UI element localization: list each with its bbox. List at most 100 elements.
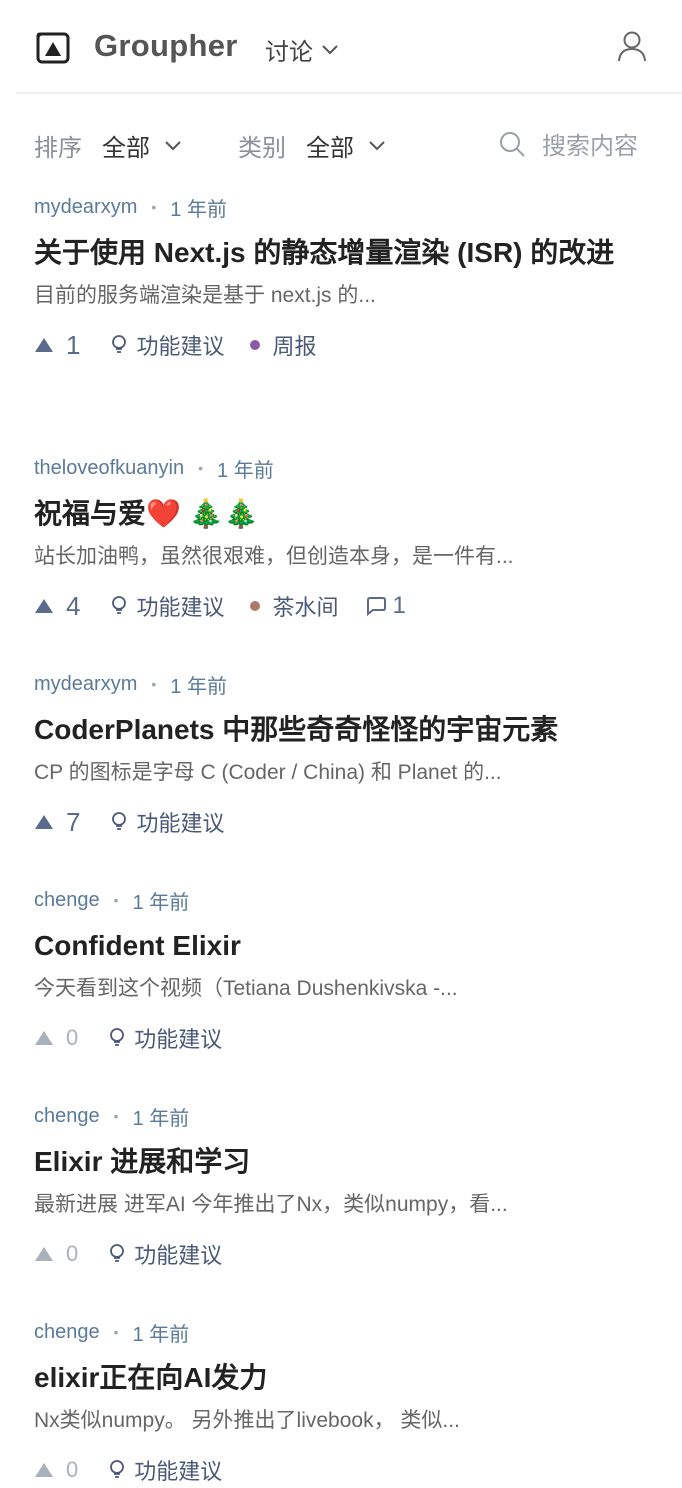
post-digest: 站长加油鸭，虽然很艰难，但创造本身，是一件有... [34, 545, 514, 568]
post-digest: CP 的图标是字母 C (Coder / China) 和 Planet 的..… [34, 761, 502, 784]
sort-value: 全部 [102, 135, 150, 162]
upvote-triangle-icon [35, 338, 53, 352]
upvote-button[interactable]: 7 [34, 807, 80, 838]
user-account-icon[interactable] [617, 30, 647, 62]
brand-name[interactable]: Groupher [94, 28, 238, 64]
lightbulb-icon [112, 812, 127, 830]
post-meta: chenge • 1 年前 [34, 1103, 654, 1130]
section-label: 讨论 [265, 39, 313, 66]
upvote-button[interactable]: 1 [34, 330, 80, 361]
post-meta: theloveofkuanyin • 1 年前 [34, 455, 654, 482]
tag-feature-request[interactable]: 功能建议 [108, 1022, 222, 1054]
post-author[interactable]: mydearxym [34, 673, 137, 696]
comment-count: 1 [392, 592, 406, 619]
category-value: 全部 [306, 135, 354, 162]
upvote-triangle-icon [35, 1463, 53, 1477]
tag-feature-request[interactable]: 功能建议 [108, 1238, 222, 1270]
post-item[interactable]: mydearxym • 1 年前 CoderPlanets 中那些奇奇怪怪的宇宙… [34, 671, 654, 840]
category-filter[interactable]: 类别 全部 [238, 128, 386, 163]
post-digest: 今天看到这个视频（Tetiana Dushenkivska -... [34, 977, 458, 1000]
post-time: 1 年前 [170, 198, 227, 221]
post-footer: 7 功能建议 [34, 804, 654, 840]
tag-feature-request[interactable]: 功能建议 [108, 1454, 222, 1486]
comments-button[interactable]: 1 [365, 592, 406, 620]
lightbulb-icon [110, 1460, 125, 1478]
post-item[interactable]: chenge • 1 年前 elixir正在向AI发力 Nx类似numpy。 另… [34, 1319, 654, 1488]
post-author[interactable]: chenge [34, 1321, 100, 1344]
tag-feature-request[interactable]: 功能建议 [110, 590, 224, 622]
chevron-down-icon [369, 140, 385, 150]
upvote-button[interactable]: 0 [34, 1025, 78, 1051]
upvote-triangle-icon [35, 815, 53, 829]
post-title[interactable]: 祝福与爱❤️ 🎄🎄 [34, 491, 654, 536]
upvote-button[interactable]: 0 [34, 1241, 78, 1267]
chevron-down-icon [165, 140, 181, 150]
category-label: 类别 [238, 135, 286, 162]
upvote-count: 1 [66, 329, 81, 360]
upvote-count: 7 [66, 806, 81, 837]
header-divider [16, 92, 682, 94]
post-author[interactable]: chenge [34, 889, 100, 912]
tag-teahouse[interactable]: 茶水间 [250, 590, 339, 622]
upvote-count: 0 [66, 1241, 79, 1266]
lightbulb-icon [112, 335, 127, 353]
tag-feature-request[interactable]: 功能建议 [110, 329, 224, 361]
post-meta: chenge • 1 年前 [34, 1319, 654, 1346]
post-author[interactable]: mydearxym [34, 196, 137, 219]
upvote-count: 0 [66, 1025, 79, 1050]
post-footer: 0 功能建议 [34, 1020, 654, 1056]
upvote-count: 4 [66, 590, 81, 621]
section-dropdown[interactable]: 讨论 [265, 32, 339, 67]
post-footer: 1 功能建议 周报 [34, 327, 654, 363]
post-item[interactable]: chenge • 1 年前 Elixir 进展和学习 最新进展 进军AI 今年推… [34, 1103, 654, 1272]
post-digest: Nx类似numpy。 另外推出了livebook， 类似... [34, 1409, 460, 1432]
tag-label: 功能建议 [136, 334, 225, 359]
upvote-button[interactable]: 4 [34, 591, 80, 622]
search-input[interactable]: 搜索内容 [498, 126, 638, 161]
groupher-logo-icon[interactable] [36, 30, 72, 66]
post-item[interactable]: theloveofkuanyin • 1 年前 祝福与爱❤️ 🎄🎄 站长加油鸭，… [34, 455, 654, 624]
lightbulb-icon [110, 1244, 125, 1262]
search-placeholder: 搜索内容 [542, 133, 638, 160]
tag-color-dot [250, 340, 261, 350]
lightbulb-icon [110, 1028, 125, 1046]
upvote-triangle-icon [35, 1247, 53, 1261]
post-time: 1 年前 [132, 891, 190, 914]
post-time: 1 年前 [170, 675, 227, 698]
tag-weekly[interactable]: 周报 [250, 329, 317, 361]
tag-feature-request[interactable]: 功能建议 [110, 806, 224, 838]
search-icon [500, 131, 525, 157]
upvote-count: 0 [66, 1457, 79, 1482]
post-item[interactable]: chenge • 1 年前 Confident Elixir 今天看到这个视频（… [34, 887, 654, 1056]
post-meta: mydearxym • 1 年前 [34, 671, 654, 698]
post-meta: chenge • 1 年前 [34, 887, 654, 914]
post-digest: 最新进展 进军AI 今年推出了Nx，类似numpy，看... [34, 1193, 508, 1216]
post-meta: mydearxym • 1 年前 [34, 194, 654, 221]
post-author[interactable]: theloveofkuanyin [34, 457, 184, 480]
post-time: 1 年前 [132, 1323, 190, 1346]
upvote-triangle-icon [35, 1031, 53, 1045]
upvote-triangle-icon [35, 599, 53, 613]
post-item[interactable]: mydearxym • 1 年前 关于使用 Next.js 的静态增量渲染 (I… [34, 194, 654, 363]
post-title[interactable]: elixir正在向AI发力 [34, 1355, 654, 1400]
post-title[interactable]: Confident Elixir [34, 923, 654, 968]
sort-filter[interactable]: 排序 全部 [34, 128, 182, 163]
tag-label: 功能建议 [134, 1243, 223, 1268]
chevron-down-icon [322, 44, 338, 54]
top-header: Groupher 讨论 [0, 0, 682, 94]
filter-bar: 排序 全部 类别 全部 搜索内容 [0, 120, 682, 168]
tag-label: 功能建议 [136, 811, 225, 836]
lightbulb-icon [112, 596, 127, 614]
post-title[interactable]: Elixir 进展和学习 [34, 1139, 654, 1184]
post-title[interactable]: 关于使用 Next.js 的静态增量渲染 (ISR) 的改进 [34, 230, 654, 275]
tag-color-dot [250, 601, 261, 611]
post-footer: 0 功能建议 [34, 1236, 654, 1272]
post-time: 1 年前 [217, 459, 274, 482]
tag-label: 功能建议 [134, 1459, 223, 1484]
tag-label: 周报 [272, 334, 317, 359]
upvote-button[interactable]: 0 [34, 1457, 78, 1483]
post-title[interactable]: CoderPlanets 中那些奇奇怪怪的宇宙元素 [34, 707, 654, 752]
post-footer: 4 功能建议 茶水间 1 [34, 588, 654, 624]
post-author[interactable]: chenge [34, 1105, 100, 1128]
comment-bubble-icon [366, 597, 386, 616]
